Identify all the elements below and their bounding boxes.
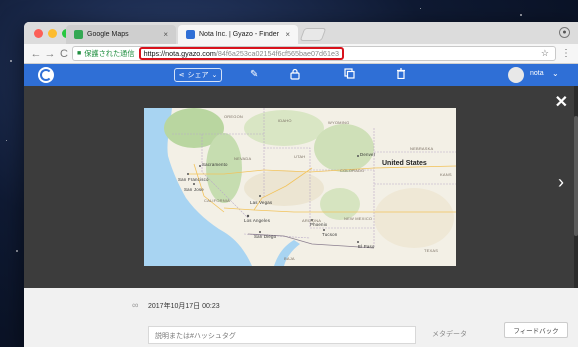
browser-toolbar: ← → C ■ 保護された通信 https://nota.gyazo.com /… [24,44,578,64]
info-panel: ∞ 2017年10月17日 00:23 説明または#ハッシュタグ メタデータ フ… [24,288,578,347]
image-viewer: ✕ › OREGON IDAHO WYOMING NEBRASKA NEVADA… [24,86,578,288]
chevron-right-icon[interactable]: › [558,172,564,193]
avatar[interactable] [508,67,524,83]
url-host: https://nota.gyazo.com [143,49,216,58]
desktop-star [16,250,18,252]
map-label: BAJA [284,256,295,261]
map-label: KANS [440,172,452,177]
lock-icon[interactable] [290,68,300,85]
new-tab-button[interactable] [299,28,327,41]
trash-icon[interactable] [396,68,406,84]
map-label: WYOMING [328,120,350,125]
bookmark-star-icon[interactable]: ☆ [541,48,549,59]
secure-label: 保護された通信 [84,48,135,58]
close-tab-icon[interactable]: × [163,30,168,39]
map-city-label: Las Vegas [250,200,273,205]
description-input[interactable]: 説明または#ハッシュタグ [148,326,416,344]
share-label: シェア [187,72,209,79]
map-screenshot[interactable]: OREGON IDAHO WYOMING NEBRASKA NEVADA UTA… [144,108,456,266]
browser-window: Google Maps × Nota Inc. | Gyazo - Finder… [24,22,578,347]
lock-icon: ■ [77,50,82,57]
address-bar[interactable]: ■ 保護された通信 https://nota.gyazo.com /84f6a2… [72,46,556,61]
map-label: NEW MEXICO [344,216,373,221]
map-label: UTAH [294,154,306,159]
map-label: COLORADO [340,168,365,173]
map-city-label: Tucson [322,232,338,237]
desktop-star [520,14,522,16]
gyazo-logo-icon[interactable] [38,67,54,83]
map-city-label: San Jose [184,187,204,192]
close-tab-icon[interactable]: × [285,30,290,39]
url-path: /84f6a253ca02154f6cf565bae07d61e3 [215,49,339,58]
map-city-label: San Diego [254,234,277,239]
close-icon[interactable]: ✕ [555,92,568,112]
map-city-label: San Francisco [178,177,209,182]
tab-strip: Google Maps × Nota Inc. | Gyazo - Finder… [24,22,578,44]
map-city-label: Phoenix [310,222,328,227]
url-highlight-box: https://nota.gyazo.com /84f6a253ca02154f… [138,47,344,60]
desktop-star [10,60,12,62]
chevron-down-icon: ⌄ [211,72,218,79]
google-maps-icon [74,30,83,39]
tab-gyazo[interactable]: Nota Inc. | Gyazo - Finder × [178,25,298,44]
desktop-star [420,8,421,9]
share-icon: ⋖ [178,72,185,79]
scrollbar[interactable] [574,86,578,288]
metadata-label[interactable]: メタデータ [432,329,467,339]
map-label: NEVADA [234,156,252,161]
profile-icon[interactable]: ● [559,27,570,38]
tab-title: Nota Inc. | Gyazo - Finder [199,31,280,38]
username[interactable]: nota [530,70,544,77]
chevron-down-icon[interactable]: ⌄ [552,69,559,78]
map-city-label: El Paso [358,244,375,249]
feedback-button[interactable]: フィードバック [504,322,568,338]
share-button[interactable]: ⋖ シェア ⌄ [174,68,222,82]
map-label: NEBRASKA [410,146,434,151]
desktop-star [6,140,7,141]
tab-title: Google Maps [87,31,129,38]
map-label: IDAHO [278,118,292,123]
close-window-button[interactable] [34,29,43,38]
reload-icon[interactable]: C [58,48,70,60]
map-label: OREGON [224,114,243,119]
back-arrow-icon[interactable]: ← [30,48,42,60]
map-city-label: Sacramento [202,162,228,167]
pencil-icon[interactable]: ✎ [250,68,258,82]
link-icon[interactable]: ∞ [132,300,138,310]
gyazo-header: ⋖ シェア ⌄ ✎ nota ⌄ [24,64,578,86]
map-city-label: Denver [360,152,376,157]
minimize-window-button[interactable] [48,29,57,38]
menu-dots-icon[interactable]: ⋮ [560,48,572,59]
forward-arrow-icon[interactable]: → [44,48,56,60]
map-label: CALIFORNIA [204,198,231,203]
copy-icon[interactable] [344,68,355,84]
map-city-label: Los Angeles [244,218,271,223]
gyazo-icon [186,30,195,39]
map-country-label: United States [382,160,427,167]
capture-date: 2017年10月17日 00:23 [148,303,220,310]
tab-google-maps[interactable]: Google Maps × [66,25,176,44]
map-label: TEXAS [424,248,439,253]
